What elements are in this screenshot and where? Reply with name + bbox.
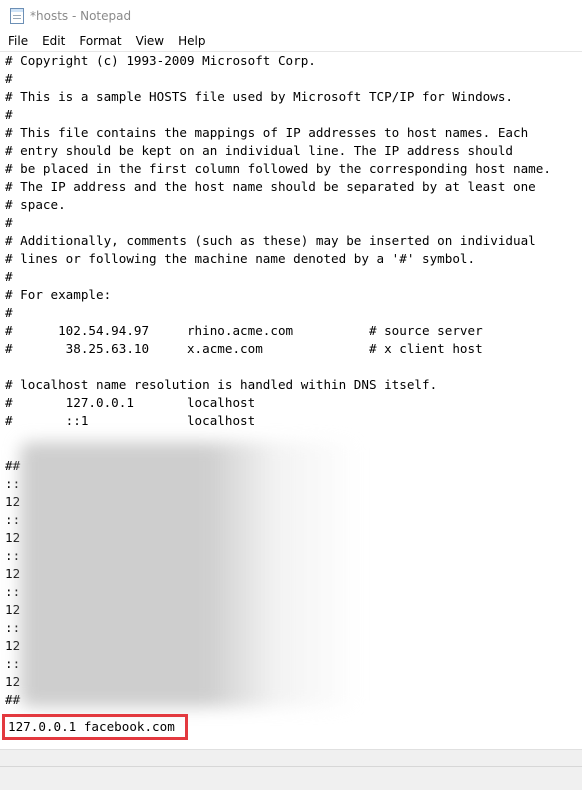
text-line: # Additionally, comments (such as these)… [5,233,536,248]
obscured-line-start: :: [5,620,21,635]
title-bar: *hosts - Notepad [0,0,582,31]
obscured-line-start: 12 [5,602,21,617]
hosts-file-text: # Copyright (c) 1993-2009 Microsoft Corp… [5,52,551,430]
obscured-line-start: ## [5,692,21,707]
obscured-line-start: :: [5,584,21,599]
menu-view[interactable]: View [129,34,171,48]
text-line: # [5,71,13,86]
text-line: # entry should be kept on an individual … [5,143,513,158]
menu-format[interactable]: Format [72,34,128,48]
menu-file[interactable]: File [0,34,35,48]
text-line: # space. [5,197,66,212]
text-line: # [5,107,13,122]
text-line: # 38.25.63.10 x.acme.com # x client host [5,341,483,356]
menu-edit[interactable]: Edit [35,34,72,48]
text-line: # For example: [5,287,112,302]
text-line: # be placed in the first column followed… [5,161,551,176]
text-line: # ::1 localhost [5,413,256,428]
horizontal-scrollbar[interactable] [0,749,582,767]
blurred-region [20,442,360,707]
text-line: # The IP address and the host name shoul… [5,179,536,194]
window-title: *hosts - Notepad [30,8,132,23]
obscured-line-start: :: [5,548,21,563]
text-line: # Copyright (c) 1993-2009 Microsoft Corp… [5,53,316,68]
text-line: # localhost name resolution is handled w… [5,377,438,392]
text-line: # lines or following the machine name de… [5,251,476,266]
text-line: # [5,215,13,230]
obscured-line-start: :: [5,476,21,491]
obscured-line-start: 12 [5,530,21,545]
menu-help[interactable]: Help [171,34,212,48]
highlighted-hosts-entry: 127.0.0.1 facebook.com [2,714,188,740]
obscured-line-start: 12 [5,566,21,581]
text-line: # [5,269,13,284]
notepad-icon [10,7,24,24]
obscured-line-start: ## [5,458,21,473]
menu-bar: File Edit Format View Help [0,31,582,51]
obscured-line-starts: ##:: 12:: 12:: 12:: 12:: 12:: 12 ## [5,457,20,709]
text-line: # This is a sample HOSTS file used by Mi… [5,89,513,104]
obscured-line-start: 12 [5,494,21,509]
text-line: # [5,305,13,320]
text-line: # This file contains the mappings of IP … [5,125,529,140]
text-line [5,358,551,376]
status-bar [0,766,582,790]
obscured-line-start: 12 [5,674,21,689]
obscured-line-start: :: [5,512,21,527]
obscured-line-start: 12 [5,638,21,653]
text-line: # 127.0.0.1 localhost [5,395,256,410]
text-line: # 102.54.94.97 rhino.acme.com # source s… [5,323,483,338]
text-editor[interactable]: # Copyright (c) 1993-2009 Microsoft Corp… [0,51,582,750]
obscured-line-start: :: [5,656,21,671]
